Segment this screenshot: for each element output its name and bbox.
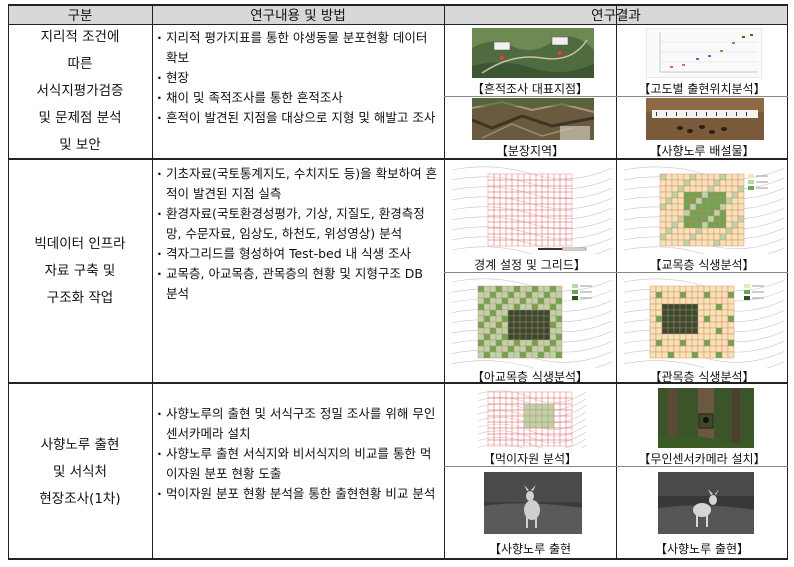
table-border [8, 4, 788, 6]
method-bullet: 현장 [157, 68, 438, 88]
figure-caption: 【무인센서카메라 설치】 [638, 452, 766, 466]
figure-caption: 【사향노루 출현 [488, 542, 572, 556]
elevation-scatter-chart [646, 28, 762, 78]
table-border [444, 4, 445, 560]
figure-caption: 【먹이자원 분석】 [482, 452, 578, 466]
figure-caption: 【고도별 출현위치분석】 [638, 82, 766, 96]
category-line: 및 문제점 분석 [38, 109, 122, 126]
figure-caption: 【사향노루 출현】 [654, 542, 750, 556]
figure-caption: 【교목층 식생분석】 [649, 258, 755, 272]
research-table: 구분 연구내용 및 방법 연구결과 지리적 조건에 따른 서식지평가검증 및 문… [8, 4, 788, 560]
header-method: 연구내용 및 방법 [152, 4, 444, 24]
night-camera-deer-photo [658, 472, 754, 534]
tree-layer-map [624, 164, 784, 254]
method-bullet: 교목층, 아교목층, 관목층의 현황 및 지형구조 DB 분석 [157, 264, 438, 304]
category-line: 따른 [67, 55, 93, 72]
category-line: 서식지평가검증 [36, 82, 124, 99]
header-category: 구분 [8, 4, 152, 24]
category-line: 자료 구축 및 [44, 262, 116, 279]
table-border [8, 558, 788, 560]
table-border [8, 24, 788, 25]
category-line: 및 보안 [59, 136, 101, 153]
category-line: 구조화 작업 [46, 289, 114, 306]
subtree-layer-map [452, 276, 612, 368]
method-bullet: 흔적이 발견된 지점을 대상으로 지형 및 해발고 조사 [157, 108, 438, 128]
table-border [8, 4, 9, 560]
category-line: 빅데이터 인프라 [34, 235, 126, 252]
figure-caption: 【사향노루 배설물】 [649, 144, 755, 158]
method-bullet: 채이 및 족적조사를 통한 흔적조사 [157, 88, 438, 108]
category-line: 현장조사(1차) [39, 490, 121, 507]
figure-divider [444, 466, 788, 467]
figure-caption: 【분장지역】 [495, 144, 565, 158]
satellite-map-photo [472, 28, 594, 78]
row1-category: 지리적 조건에 따른 서식지평가검증 및 문제점 분석 및 보안 [8, 24, 152, 158]
method-bullet: 먹이자원 분포 현황 분석을 통한 출현현황 비교 분석 [157, 484, 438, 504]
forest-floor-photo [472, 98, 594, 140]
row3-methods: 사향노루의 출현 및 서식구조 정밀 조사를 위해 무인센서카메라 설치 사향노… [152, 384, 444, 560]
row2-category: 빅데이터 인프라 자료 구축 및 구조화 작업 [8, 160, 152, 382]
method-bullet: 환경자료(국토환경성평가, 기상, 지질도, 환경측정망, 수문자료, 임상도,… [157, 204, 438, 244]
night-camera-deer-photo [484, 472, 582, 534]
figure-divider [444, 272, 788, 273]
camera-tree-photo [658, 388, 754, 448]
method-bullet: 지리적 평가지표를 통한 야생동물 분포현황 데이터 확보 [157, 28, 438, 68]
figure-divider [444, 96, 788, 97]
row1-methods: 지리적 평가지표를 통한 야생동물 분포현황 데이터 확보 현장 채이 및 족적… [152, 24, 444, 158]
table-border [152, 4, 153, 560]
method-bullet: 사향노루 출현 서식지와 비서식지의 비교를 통한 먹이자원 분포 현황 도출 [157, 444, 438, 484]
table-border [616, 4, 617, 560]
method-bullet: 격자그리드를 형성하여 Test-bed 내 식생 조사 [157, 244, 438, 264]
table-border [8, 158, 788, 160]
table-border [8, 382, 788, 384]
table-border [787, 4, 788, 560]
food-resource-map [478, 388, 586, 448]
contour-grid-map [452, 164, 612, 254]
method-bullet: 기초자료(국토통계지도, 수치지도 등)을 확보하여 흔적이 발견된 지점 실측 [157, 164, 438, 204]
method-bullet: 사향노루의 출현 및 서식구조 정밀 조사를 위해 무인센서카메라 설치 [157, 404, 438, 444]
figure-caption: 경계 설정 및 그리드】 [474, 258, 586, 272]
row2-methods: 기초자료(국토통계지도, 수치지도 등)을 확보하여 흔적이 발견된 지점 실측… [152, 160, 444, 382]
category-line: 및 서식처 [53, 463, 107, 480]
category-line: 사향노루 출현 [40, 436, 120, 453]
category-line: 지리적 조건에 [40, 28, 120, 45]
row3-category: 사향노루 출현 및 서식처 현장조사(1차) [8, 384, 152, 560]
figure-caption: 【흔적조사 대표지점】 [471, 82, 589, 96]
shrub-layer-map [624, 276, 784, 368]
droppings-photo [646, 98, 764, 140]
